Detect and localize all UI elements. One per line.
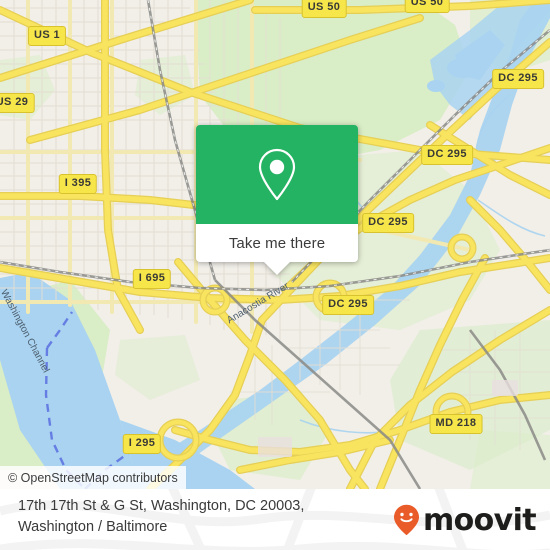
location-title-line-1: 17th 17th St & G St, Washington, DC 2000… <box>18 498 305 514</box>
road-shield-i-395[interactable]: I 395 <box>58 174 98 194</box>
road-shield-us-29[interactable]: US 29 <box>0 93 35 113</box>
popup-action-bar[interactable]: Take me there <box>196 224 358 275</box>
moovit-map-screenshot: Washington Channel Anacostia River US 1 … <box>0 0 550 550</box>
road-shield-us-50-a[interactable]: US 50 <box>301 0 347 18</box>
popup-icon-panel <box>196 125 358 224</box>
location-pin-icon <box>258 148 296 201</box>
road-shield-i-695[interactable]: I 695 <box>132 269 172 289</box>
road-shield-i-295[interactable]: I 295 <box>122 434 162 454</box>
location-title: 17th 17th St & G St, Washington, DC 2000… <box>18 496 388 538</box>
moovit-smiley-pin-icon <box>393 504 419 536</box>
road-shield-us-1[interactable]: US 1 <box>27 26 67 46</box>
road-shield-us-50-b[interactable]: US 50 <box>404 0 450 13</box>
popup-pointer-tail <box>264 262 290 275</box>
location-title-line-2: Washington / Baltimore <box>18 519 168 535</box>
take-me-there-label: Take me there <box>228 234 326 252</box>
osm-attribution[interactable]: © OpenStreetMap contributors <box>0 466 186 489</box>
moovit-wordmark: moovit <box>422 503 537 538</box>
road-shield-md-218[interactable]: MD 218 <box>429 414 483 434</box>
footer-bar: 17th 17th St & G St, Washington, DC 2000… <box>0 489 550 550</box>
road-shield-dc-295-d[interactable]: DC 295 <box>322 295 374 315</box>
moovit-logo[interactable]: moovit <box>393 503 537 538</box>
map-canvas[interactable]: Washington Channel Anacostia River US 1 … <box>0 0 550 489</box>
road-shield-dc-295-c[interactable]: DC 295 <box>362 213 414 233</box>
road-shield-dc-295-b[interactable]: DC 295 <box>421 145 473 165</box>
road-shield-dc-295-a[interactable]: DC 295 <box>492 69 544 89</box>
osm-attribution-label: © OpenStreetMap contributors <box>8 470 178 485</box>
location-popup-card[interactable]: Take me there <box>196 125 358 275</box>
